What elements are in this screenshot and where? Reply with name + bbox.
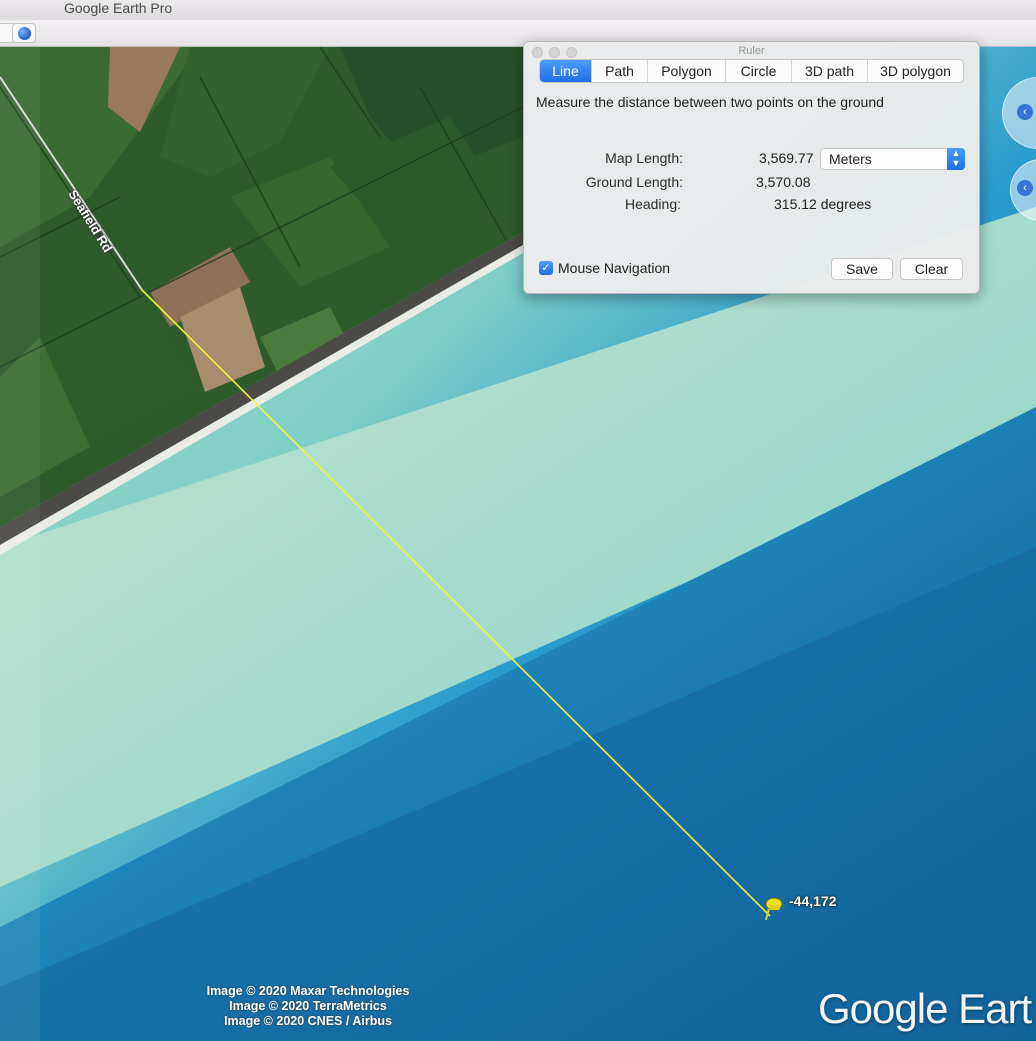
chevron-left-icon[interactable]: ‹ (1017, 180, 1033, 196)
ruler-description: Measure the distance between two points … (536, 94, 884, 110)
window-titlebar: Google Earth Pro (0, 0, 1036, 21)
heading-label: Heading: (624, 196, 681, 212)
mouse-navigation-checkbox[interactable]: ✓ (539, 261, 553, 275)
measure-tabs: Line Path Polygon Circle 3D path 3D poly… (539, 59, 964, 83)
placemark-label: -44,172 (789, 893, 837, 909)
earth-button[interactable] (12, 23, 36, 43)
ruler-title: Ruler (738, 45, 765, 57)
tab-circle[interactable]: Circle (726, 60, 792, 82)
map-length-value: 3,569.77 (759, 150, 814, 166)
google-earth-window: Google Earth Pro -44,172 Seafield Rd Ima… (0, 0, 1036, 1041)
clear-button[interactable]: Clear (900, 258, 963, 280)
globe-icon (18, 27, 31, 40)
unit-select-value: Meters (829, 151, 872, 167)
up-down-chevron-icon: ▲ ▼ (947, 148, 965, 170)
credit-line: Image © 2020 CNES / Airbus (224, 1014, 392, 1028)
window-title: Google Earth Pro (64, 0, 173, 16)
heading-value: 315.12 degrees (774, 196, 872, 212)
checkmark-icon: ✓ (541, 262, 551, 274)
google-earth-logo: Google Eart (818, 985, 1032, 1032)
imagery-credits: Image © 2020 Maxar Technologies Image © … (180, 984, 436, 1029)
ground-length-value: 3,570.08 (756, 174, 811, 190)
map-length-label: Map Length: (605, 150, 683, 166)
tab-polygon[interactable]: Polygon (648, 60, 726, 82)
unit-select[interactable]: Meters ▲ ▼ (820, 148, 965, 170)
mouse-navigation-label: Mouse Navigation (558, 260, 671, 276)
credit-line: Image © 2020 TerraMetrics (229, 999, 387, 1013)
save-button[interactable]: Save (831, 258, 893, 280)
chevron-left-icon[interactable]: ‹ (1017, 104, 1033, 120)
ground-length-label: Ground Length: (585, 174, 683, 190)
tab-line[interactable]: Line (540, 60, 592, 82)
credit-line: Image © 2020 Maxar Technologies (206, 984, 410, 998)
pushpin-icon[interactable] (760, 894, 786, 922)
tab-3d-polygon[interactable]: 3D polygon (868, 60, 963, 82)
tab-3d-path[interactable]: 3D path (792, 60, 868, 82)
tab-path[interactable]: Path (592, 60, 648, 82)
ruler-dialog: Ruler Line Path Polygon Circle 3D path 3… (523, 41, 980, 294)
